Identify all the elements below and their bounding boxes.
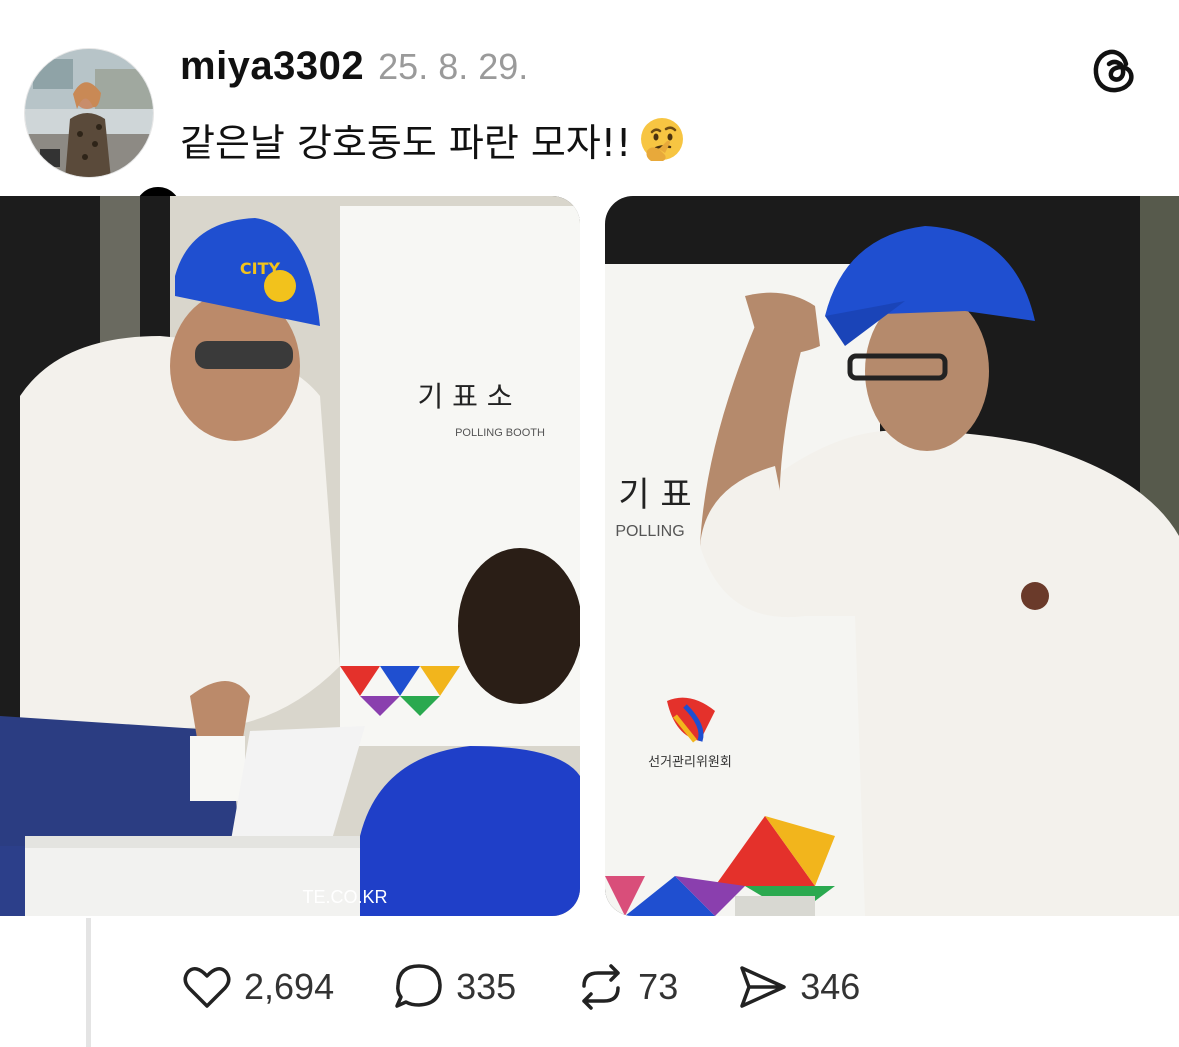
repost-icon bbox=[582, 964, 620, 1010]
avatar-container[interactable]: + bbox=[24, 48, 186, 238]
watermark-text: TE.CO.KR bbox=[302, 887, 387, 907]
share-count: 346 bbox=[800, 966, 861, 1007]
username-link[interactable]: miya3302 bbox=[180, 44, 364, 89]
threads-logo-icon[interactable] bbox=[1090, 46, 1140, 96]
post-header: miya3302 25. 8. 29. bbox=[180, 44, 528, 89]
booth-subtitle-left: POLLING BOOTH bbox=[455, 427, 545, 439]
avatar[interactable] bbox=[24, 48, 154, 178]
share-button[interactable]: 346 bbox=[736, 960, 860, 1014]
repost-button[interactable]: 73 bbox=[574, 960, 678, 1014]
thread-connector-line bbox=[86, 918, 91, 1047]
heart-icon bbox=[183, 967, 231, 1008]
like-button[interactable]: 2,694 bbox=[180, 960, 334, 1014]
polling-photo-left[interactable]: 기 표 소 POLLING BOOTH CITY TE.CO.KR bbox=[0, 196, 580, 916]
comment-icon bbox=[395, 964, 442, 1008]
reply-count: 335 bbox=[456, 966, 517, 1007]
committee-text: 선거관리위원회 bbox=[648, 755, 732, 770]
reply-button[interactable]: 335 bbox=[392, 960, 516, 1014]
post-timestamp[interactable]: 25. 8. 29. bbox=[378, 46, 528, 88]
booth-title-left: 기 표 소 bbox=[417, 380, 512, 413]
thinking-face-emoji bbox=[641, 117, 684, 161]
send-icon bbox=[740, 966, 786, 1008]
booth-title-right: 기 표 bbox=[618, 475, 691, 515]
post-actions: 2,694 335 73 346 bbox=[180, 960, 918, 1014]
polling-photo-right[interactable]: 기 표 POLLING 선거관리위원회 bbox=[605, 196, 1179, 916]
post-caption: 같은날 강호동도 파란 모자!! bbox=[180, 112, 687, 167]
caption-text: 같은날 강호동도 파란 모자!! bbox=[180, 121, 632, 165]
like-count: 2,694 bbox=[244, 966, 335, 1007]
booth-subtitle-right: POLLING bbox=[615, 523, 684, 540]
repost-count: 73 bbox=[638, 966, 679, 1007]
